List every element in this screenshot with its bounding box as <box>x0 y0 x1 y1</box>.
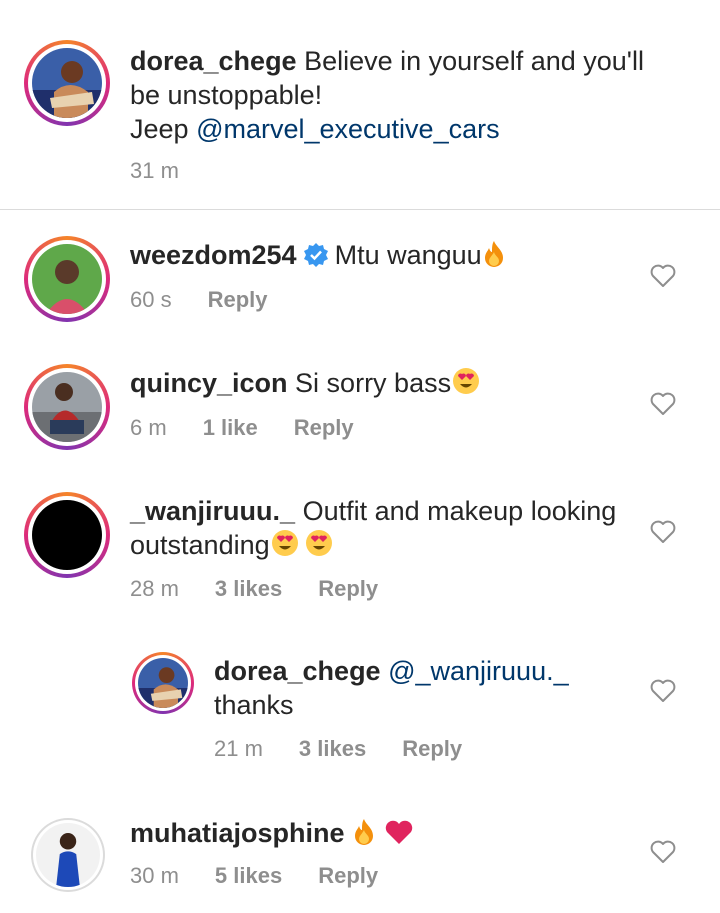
avatar-quincy[interactable] <box>24 364 110 450</box>
caption-line2: be unstoppable! <box>130 80 323 110</box>
like-heart-icon[interactable] <box>650 264 676 288</box>
caption-time: 31 m <box>130 158 179 183</box>
likes-count[interactable]: 3 likes <box>299 736 366 761</box>
comment-time: 28 m <box>130 576 179 601</box>
comment-username[interactable]: muhatiajosphine <box>130 818 345 848</box>
verified-badge-icon <box>303 242 329 276</box>
caption-line3-prefix: Jeep <box>130 114 197 144</box>
portrait-image <box>32 48 102 118</box>
comment-row: _wanjiruuu._ Outfit and makeup looking o… <box>0 486 720 616</box>
avatar-muhatia[interactable] <box>31 818 105 892</box>
reply-button[interactable]: Reply <box>318 576 378 601</box>
comment-text: _wanjiruuu._ Outfit and makeup looking o… <box>130 494 650 566</box>
portrait-image <box>138 658 188 708</box>
comment-body-line2: outstanding <box>130 530 270 560</box>
fire-emoji-icon <box>352 818 376 854</box>
caption-username[interactable]: dorea_chege <box>130 46 297 76</box>
like-heart-icon[interactable] <box>650 520 676 544</box>
reply-username[interactable]: dorea_chege <box>214 656 381 686</box>
comment-meta: 60 s Reply <box>130 286 268 314</box>
heart-eyes-emoji-icon <box>270 528 300 566</box>
avatar-weezdom[interactable] <box>24 236 110 322</box>
comment-body: Si sorry bass <box>295 368 452 398</box>
comment-username[interactable]: _wanjiruuu._ <box>130 496 295 526</box>
reply-button[interactable]: Reply <box>294 415 354 440</box>
reply-row: dorea_chege @_wanjiruuu._ thanks 21 m 3 l… <box>0 650 720 780</box>
avatar-dorea[interactable] <box>24 40 110 126</box>
likes-count[interactable]: 5 likes <box>215 863 282 888</box>
comment-text: weezdom254 Mtu wanguu <box>130 238 610 276</box>
comment-row: muhatiajosphine 30 m 5 likes Reply <box>0 812 720 912</box>
comment-meta: 30 m 5 likes Reply <box>130 862 378 890</box>
like-heart-icon[interactable] <box>650 840 676 864</box>
comment-body-line1: Outfit and makeup looking <box>302 496 617 526</box>
likes-count[interactable]: 1 like <box>203 415 258 440</box>
portrait-image <box>32 372 102 442</box>
comment-username[interactable]: quincy_icon <box>130 368 288 398</box>
caption-text: dorea_chege Believe in yourself and you'… <box>130 44 690 146</box>
caption-mention[interactable]: @marvel_executive_cars <box>196 114 500 144</box>
comment-time: 60 s <box>130 287 172 312</box>
heart-eyes-emoji-icon <box>304 528 334 566</box>
comment-time: 6 m <box>130 415 167 440</box>
reply-text: dorea_chege @_wanjiruuu._ thanks <box>214 654 634 722</box>
reply-body: thanks <box>214 690 294 720</box>
caption-line1: Believe in yourself and you'll <box>304 46 644 76</box>
comment-row: quincy_icon Si sorry bass 6 m 1 like Reply <box>0 358 720 468</box>
reply-mention[interactable]: @_wanjiruuu._ <box>388 656 569 686</box>
comment-time: 21 m <box>214 736 263 761</box>
comment-meta: 28 m 3 likes Reply <box>130 575 378 603</box>
heart-eyes-emoji-icon <box>451 366 481 404</box>
avatar-wanjiru[interactable] <box>24 492 110 578</box>
reply-button[interactable]: Reply <box>208 287 268 312</box>
like-heart-icon[interactable] <box>650 392 676 416</box>
divider <box>0 209 720 210</box>
reply-button[interactable]: Reply <box>318 863 378 888</box>
fire-emoji-icon <box>482 240 506 276</box>
heart-emoji-icon <box>384 820 414 854</box>
likes-count[interactable]: 3 likes <box>215 576 282 601</box>
comment-row: weezdom254 Mtu wanguu 60 s Reply <box>0 230 720 340</box>
avatar-dorea[interactable] <box>132 652 194 714</box>
comment-meta: 6 m 1 like Reply <box>130 414 354 442</box>
portrait-image <box>36 823 100 887</box>
portrait-image <box>32 244 102 314</box>
reply-meta: 21 m 3 likes Reply <box>214 735 462 763</box>
comment-time: 30 m <box>130 863 179 888</box>
comment-text: muhatiajosphine <box>130 816 610 854</box>
comment-username[interactable]: weezdom254 <box>130 240 297 270</box>
reply-button[interactable]: Reply <box>402 736 462 761</box>
comment-text: quincy_icon Si sorry bass <box>130 366 610 404</box>
comment-body: Mtu wanguu <box>334 240 482 270</box>
caption-row: dorea_chege Believe in yourself and you'… <box>0 0 720 209</box>
like-heart-icon[interactable] <box>650 679 676 703</box>
